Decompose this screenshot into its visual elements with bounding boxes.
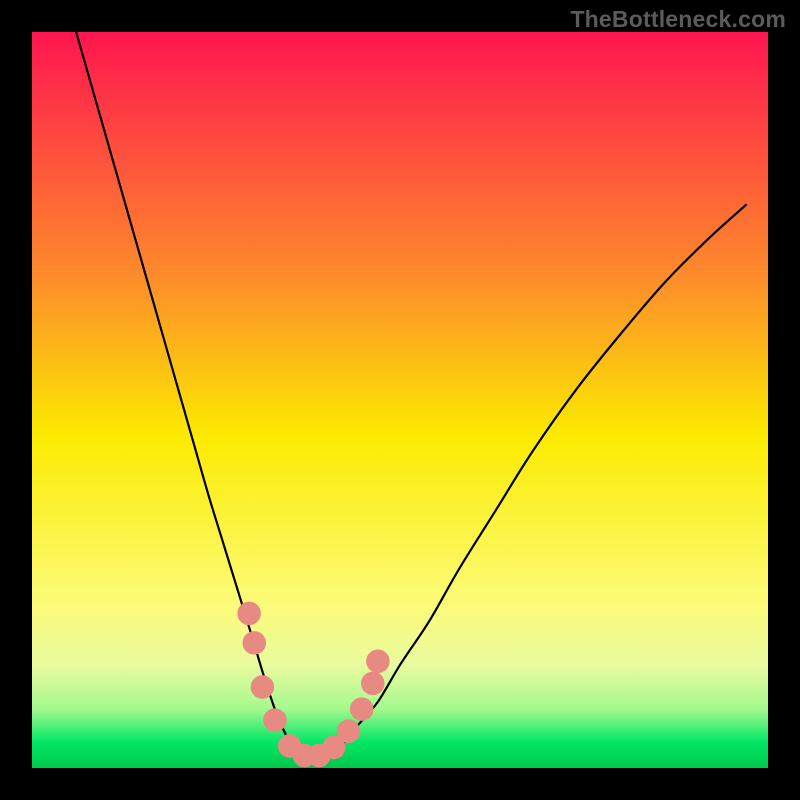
marker-dot — [237, 602, 261, 626]
marker-dot — [263, 708, 287, 732]
chart-container: TheBottleneck.com — [0, 0, 800, 800]
marker-dot — [350, 697, 374, 721]
marker-dot — [337, 719, 361, 743]
chart-background — [32, 32, 768, 768]
watermark-text: TheBottleneck.com — [570, 6, 786, 33]
marker-dot — [251, 675, 275, 699]
marker-dot — [242, 631, 266, 655]
chart-svg — [0, 0, 800, 800]
marker-dot — [361, 672, 385, 696]
marker-dot — [366, 650, 390, 674]
